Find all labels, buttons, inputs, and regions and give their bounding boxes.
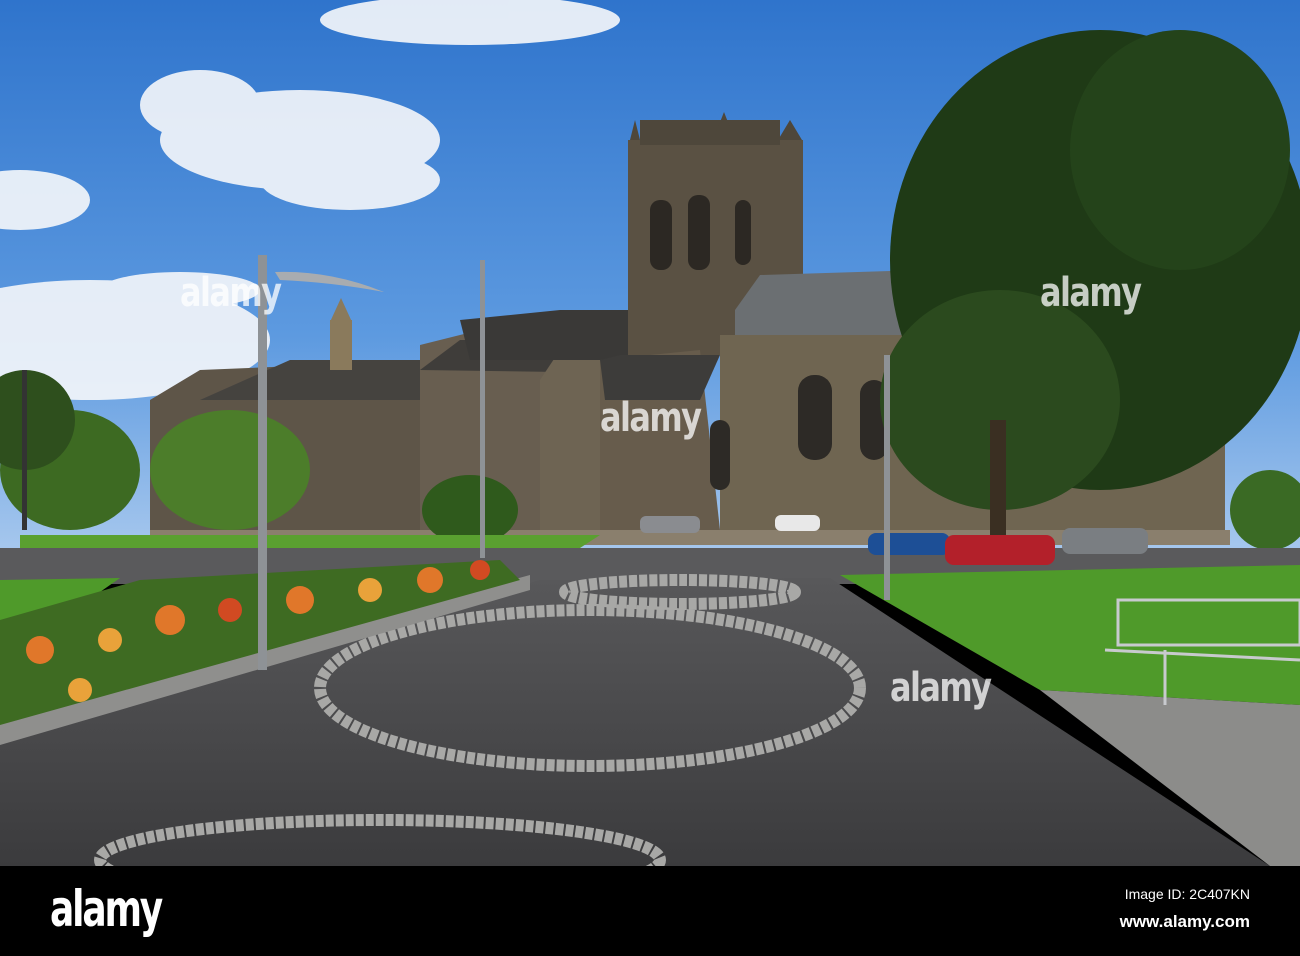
image-id: Image ID: 2C407KN	[1124, 886, 1250, 902]
lawn-far	[20, 535, 600, 548]
watermark: alamy	[1040, 270, 1142, 316]
footer-bar: alamy Image ID: 2C407KN www.alamy.com	[0, 866, 1300, 956]
photo-frame: alamy alamy alamy alamy alamy Image ID: …	[0, 0, 1300, 956]
alamy-logo: alamy	[50, 880, 163, 938]
watermark: alamy	[600, 395, 702, 441]
site-url: www.alamy.com	[1119, 912, 1250, 931]
watermark: alamy	[890, 665, 992, 711]
watermark: alamy	[180, 270, 282, 316]
